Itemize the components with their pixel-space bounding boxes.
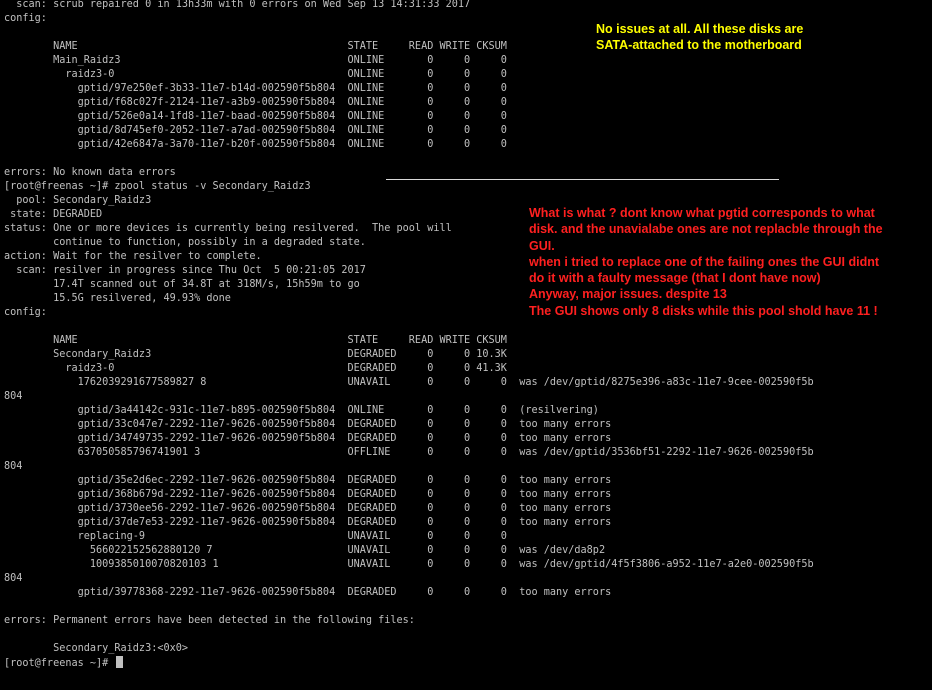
terminal-line: errors: Permanent errors have been detec… xyxy=(4,615,415,626)
terminal-line: Main_Raidz3 ONLINE 0 0 0 xyxy=(4,55,507,66)
terminal-line: gptid/8d745ef0-2052-11e7-a7ad-002590f5b8… xyxy=(4,125,507,136)
terminal-line: 17.4T scanned out of 34.8T at 318M/s, 15… xyxy=(4,279,360,290)
terminal-line: gptid/35e2d6ec-2292-11e7-9626-002590f5b8… xyxy=(4,475,612,486)
annotation-note-red: What is what ? dont know what pgtid corr… xyxy=(529,206,883,318)
terminal-line: gptid/368b679d-2292-11e7-9626-002590f5b8… xyxy=(4,489,612,500)
terminal-line: Secondary_Raidz3:<0x0> xyxy=(4,643,189,654)
terminal-line: gptid/97e250ef-3b33-11e7-b14d-002590f5b8… xyxy=(4,83,507,94)
terminal-line: NAME STATE READ WRITE CKSUM xyxy=(4,41,507,52)
terminal-line: scan: resilver in progress since Thu Oct… xyxy=(4,265,366,276)
terminal-line: 1009385010070820103 1 UNAVAIL 0 0 0 was … xyxy=(4,559,814,570)
terminal-line: state: DEGRADED xyxy=(4,209,103,220)
terminal-line: gptid/34749735-2292-11e7-9626-002590f5b8… xyxy=(4,433,612,444)
terminal-line: raidz3-0 ONLINE 0 0 0 xyxy=(4,69,507,80)
terminal-line: Secondary_Raidz3 DEGRADED 0 0 10.3K xyxy=(4,349,507,360)
terminal-line: gptid/42e6847a-3a70-11e7-b20f-002590f5b8… xyxy=(4,139,507,150)
terminal-line: pool: Secondary_Raidz3 xyxy=(4,195,152,206)
terminal-window[interactable]: scan: scrub repaired 0 in 13h33m with 0 … xyxy=(0,0,932,690)
terminal-line: [root@freenas ~]# xyxy=(4,656,124,670)
terminal-line: gptid/39778368-2292-11e7-9626-002590f5b8… xyxy=(4,587,612,598)
terminal-line: NAME STATE READ WRITE CKSUM xyxy=(4,335,507,346)
terminal-line: gptid/33c047e7-2292-11e7-9626-002590f5b8… xyxy=(4,419,612,430)
terminal-line: status: One or more devices is currently… xyxy=(4,223,452,234)
terminal-cursor xyxy=(116,656,124,668)
terminal-line: errors: No known data errors xyxy=(4,167,176,178)
terminal-line: gptid/f68c027f-2124-11e7-a3b9-002590f5b8… xyxy=(4,97,507,108)
terminal-line: raidz3-0 DEGRADED 0 0 41.3K xyxy=(4,363,507,374)
terminal-line: config: xyxy=(4,307,47,318)
terminal-line: replacing-9 UNAVAIL 0 0 0 xyxy=(4,531,507,542)
terminal-line: 804 xyxy=(4,461,23,472)
terminal-line: gptid/3730ee56-2292-11e7-9626-002590f5b8… xyxy=(4,503,612,514)
terminal-line: scan: scrub repaired 0 in 13h33m with 0 … xyxy=(4,0,471,10)
terminal-line: gptid/3a44142c-931c-11e7-b895-002590f5b8… xyxy=(4,405,599,416)
annotation-underline xyxy=(386,179,779,180)
terminal-line: gptid/37de7e53-2292-11e7-9626-002590f5b8… xyxy=(4,517,612,528)
terminal-line: 15.5G resilvered, 49.93% done xyxy=(4,293,231,304)
terminal-line: 804 xyxy=(4,573,23,584)
terminal-line: 637050585796741901 3 OFFLINE 0 0 0 was /… xyxy=(4,447,814,458)
terminal-line: config: xyxy=(4,13,47,24)
terminal-line: 1762039291677589827 8 UNAVAIL 0 0 0 was … xyxy=(4,377,814,388)
terminal-line: gptid/526e0a14-1fd8-11e7-baad-002590f5b8… xyxy=(4,111,507,122)
terminal-line: 804 xyxy=(4,391,23,402)
terminal-line: action: Wait for the resilver to complet… xyxy=(4,251,262,262)
terminal-line: [root@freenas ~]# zpool status -v Second… xyxy=(4,181,311,192)
annotation-note-yellow: No issues at all. All these disks are SA… xyxy=(596,22,804,52)
terminal-line: continue to function, possibly in a degr… xyxy=(4,237,366,248)
terminal-line: 566022152562880120 7 UNAVAIL 0 0 0 was /… xyxy=(4,545,606,556)
